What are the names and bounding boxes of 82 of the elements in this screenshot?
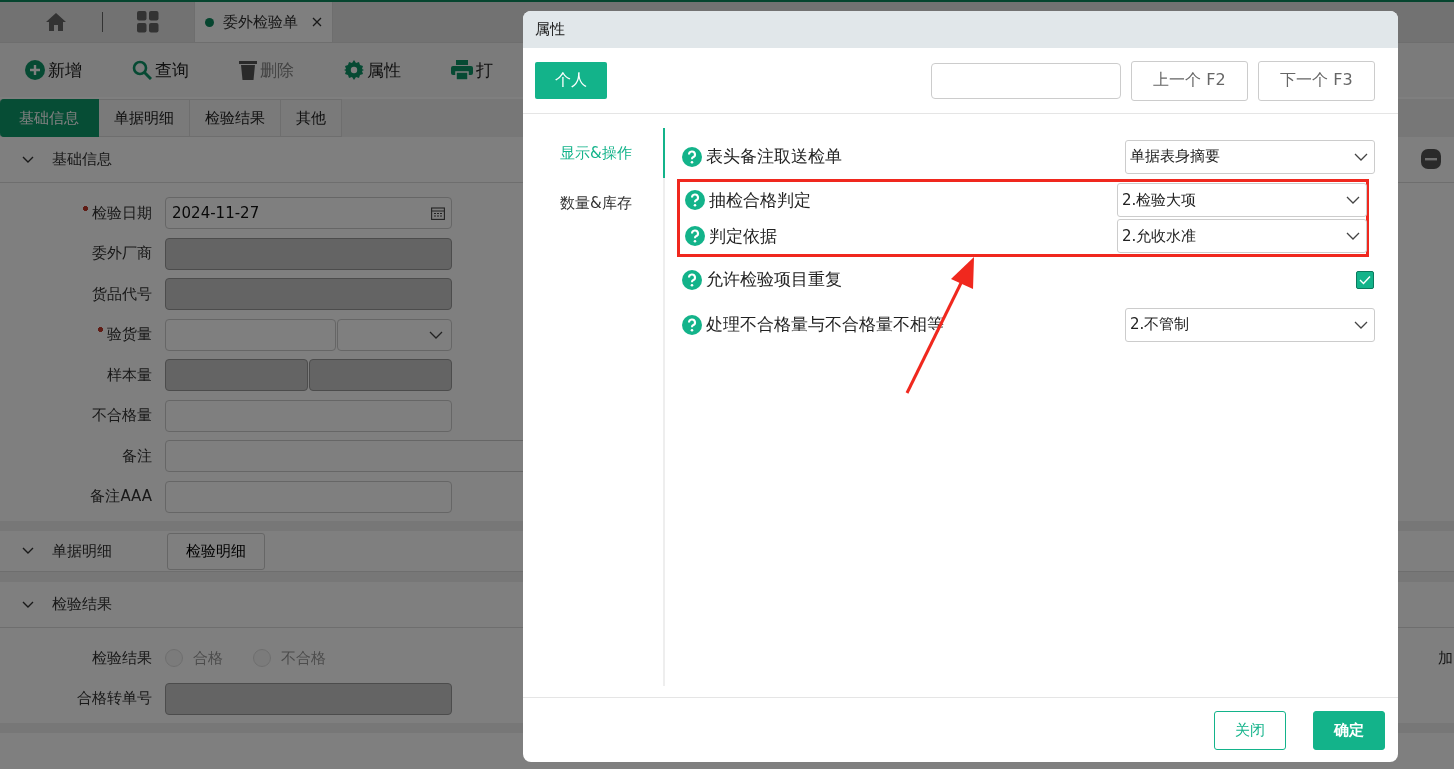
setting-label: 抽检合格判定 bbox=[709, 188, 812, 212]
chevron-down-icon[interactable] bbox=[1354, 320, 1368, 329]
toolbar-label[interactable]: 打 bbox=[476, 58, 493, 82]
select-field[interactable]: 2.允收水准 bbox=[1117, 219, 1367, 253]
toolbar-label[interactable]: 查询 bbox=[155, 58, 189, 82]
home-icon[interactable] bbox=[45, 12, 67, 32]
checkbox[interactable] bbox=[1356, 270, 1374, 289]
toolbar-label[interactable]: 属性 bbox=[367, 58, 401, 82]
chevron-down-icon[interactable] bbox=[1346, 196, 1360, 204]
field-label: 验货量 bbox=[0, 325, 165, 345]
setting-label: 允许检验项目重复 bbox=[706, 268, 843, 291]
plus-icon[interactable] bbox=[25, 60, 45, 80]
field-label: 备注AAA bbox=[89, 487, 153, 507]
nav-item[interactable]: 显示&操作 bbox=[523, 128, 665, 178]
chevron-icon[interactable] bbox=[22, 600, 34, 609]
confirm-button[interactable]: 确定 bbox=[1313, 710, 1385, 750]
help-icon[interactable] bbox=[682, 314, 702, 335]
settings-icon[interactable] bbox=[344, 60, 364, 80]
setting-label: 判定依据 bbox=[709, 224, 778, 248]
input-field[interactable] bbox=[165, 480, 452, 513]
next-button[interactable]: 下一个 F3 bbox=[1258, 60, 1375, 101]
close-icon[interactable] bbox=[312, 17, 322, 27]
chevron-down-icon[interactable] bbox=[1354, 152, 1368, 161]
search-icon[interactable] bbox=[132, 60, 152, 80]
close-button[interactable]: 关闭 bbox=[1214, 710, 1286, 750]
field-label: 检验结果 bbox=[91, 648, 153, 668]
setting-label: 表头备注取送检单 bbox=[706, 145, 843, 168]
chevron-down-icon[interactable] bbox=[1346, 232, 1360, 240]
previous-button[interactable]: 上一个 F2 bbox=[1131, 60, 1248, 101]
section-tab[interactable]: 其他 bbox=[281, 99, 342, 137]
field-label: 备注 bbox=[121, 446, 153, 466]
select-value: 2.不管制 bbox=[1130, 315, 1190, 334]
field-label: 不合格量 bbox=[91, 406, 153, 426]
printer-icon[interactable] bbox=[451, 60, 473, 80]
calendar-icon[interactable] bbox=[431, 206, 445, 220]
field-label: 加 bbox=[1438, 648, 1453, 668]
field-label: 样本量 bbox=[106, 365, 153, 385]
select-field[interactable]: 2.检验大项 bbox=[1117, 183, 1367, 217]
input-field[interactable] bbox=[165, 682, 452, 715]
status-dot bbox=[205, 17, 214, 27]
date-field[interactable]: 2024-11-27 bbox=[165, 197, 452, 230]
scope-button[interactable]: 个人 bbox=[535, 62, 607, 99]
chevron-down-icon[interactable] bbox=[429, 330, 443, 339]
section-tab[interactable]: 检验结果 bbox=[190, 99, 281, 137]
input-field[interactable] bbox=[309, 359, 452, 392]
help-icon[interactable] bbox=[685, 226, 705, 246]
grid-icon[interactable] bbox=[137, 11, 159, 33]
settings-button[interactable]: 属性 bbox=[344, 58, 401, 82]
field-label: 合格转单号 bbox=[76, 689, 153, 709]
search-field[interactable] bbox=[931, 62, 1121, 99]
chevron-icon[interactable] bbox=[22, 155, 34, 164]
select-value: 单据表身摘要 bbox=[1130, 147, 1220, 166]
add-button[interactable]: 新增 bbox=[25, 58, 82, 82]
select-field[interactable]: 单据表身摘要 bbox=[1125, 139, 1375, 174]
section-tab[interactable]: 单据明细 bbox=[99, 99, 190, 137]
field-label: 委外厂商 bbox=[91, 244, 153, 264]
section-tab[interactable]: 基础信息 bbox=[0, 99, 99, 137]
section-title: 检验结果 bbox=[52, 595, 112, 614]
select-value: 2.检验大项 bbox=[1122, 190, 1197, 210]
help-icon[interactable] bbox=[682, 146, 702, 167]
input-field[interactable] bbox=[165, 399, 452, 432]
document-tab[interactable]: 委外检验单 bbox=[194, 2, 333, 42]
search-button[interactable]: 查询 bbox=[132, 58, 189, 82]
help-icon[interactable] bbox=[685, 190, 705, 210]
toolbar-label[interactable]: 新增 bbox=[48, 58, 82, 82]
help-icon[interactable] bbox=[682, 269, 702, 290]
checkmark-icon[interactable] bbox=[1359, 274, 1371, 285]
field-label: 检验日期 bbox=[0, 203, 165, 223]
date-value: 2024-11-27 bbox=[172, 204, 260, 223]
dialog-title: 属性 bbox=[535, 20, 565, 39]
select-value: 2.允收水准 bbox=[1122, 226, 1197, 246]
collapse-icon[interactable] bbox=[1421, 149, 1441, 169]
tab-label: 委外检验单 bbox=[223, 12, 298, 32]
nav-item[interactable]: 数量&库存 bbox=[523, 178, 665, 228]
input-field[interactable] bbox=[165, 318, 336, 351]
field-label: 货品代号 bbox=[91, 284, 153, 304]
select-field[interactable]: 2.不管制 bbox=[1125, 307, 1375, 342]
detail-button[interactable]: 检验明细 bbox=[167, 532, 265, 570]
section-title: 基础信息 bbox=[52, 150, 112, 169]
section-title: 单据明细 bbox=[52, 541, 112, 561]
print-button[interactable]: 打 bbox=[451, 58, 493, 82]
chevron-icon[interactable] bbox=[22, 547, 34, 555]
